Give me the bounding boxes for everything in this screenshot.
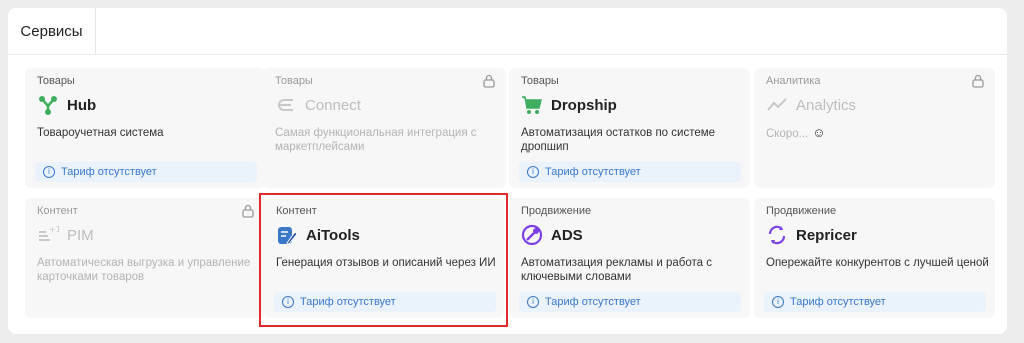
tariff-badge: i Тариф отсутствует: [519, 292, 741, 312]
card-description: Товароучетная система: [37, 127, 164, 139]
card-title: PIM: [67, 226, 94, 244]
connect-icon: [278, 99, 293, 111]
card-category: Контент: [37, 205, 78, 217]
card-category: Продвижение: [766, 205, 837, 217]
tariff-badge: i Тариф отсутствует: [764, 292, 986, 312]
tariff-label: Тариф отсутствует: [545, 166, 641, 178]
service-card-hub[interactable]: Товары Hub Товароучетная система i Тариф…: [25, 68, 265, 188]
highlight-frame: [259, 193, 508, 327]
card-description: Скоро... ☺: [766, 126, 991, 141]
soon-text: Скоро...: [766, 128, 809, 140]
hub-icon: [39, 96, 57, 115]
tariff-label: Тариф отсутствует: [790, 296, 886, 308]
card-title: Analytics: [796, 96, 857, 114]
lock-icon: [972, 74, 984, 88]
service-card-analytics[interactable]: Аналитика Analytics Скоро... ☺: [754, 68, 995, 188]
card-description: Автоматическая выгрузка и управление кар…: [37, 257, 251, 283]
service-card-dropship[interactable]: Товары Dropship Автоматизация остатков п…: [509, 68, 750, 188]
svg-text:+1: +1: [49, 225, 59, 234]
tariff-badge: i Тариф отсутствует: [35, 162, 257, 182]
service-card-pim[interactable]: Контент +1 PIM Автоматическая выгрузка и…: [25, 198, 265, 318]
tariff-label: Тариф отсутствует: [545, 296, 641, 308]
ads-icon: [521, 224, 543, 246]
service-card-ads[interactable]: Продвижение ADS Автоматизация рекламы и …: [509, 198, 750, 318]
card-description: Автоматизация рекламы и работа с ключевы…: [521, 257, 712, 283]
services-tab[interactable]: Сервисы: [8, 8, 96, 54]
card-category: Товары: [275, 75, 313, 87]
card-title: Dropship: [551, 96, 617, 114]
card-category: Аналитика: [766, 75, 821, 87]
tariff-label: Тариф отсутствует: [61, 166, 157, 178]
card-title: Hub: [67, 96, 97, 114]
repricer-icon: [768, 225, 786, 245]
service-card-repricer[interactable]: Продвижение Repricer Опережайте конкурен…: [754, 198, 995, 318]
card-title: ADS: [551, 226, 583, 244]
info-icon: i: [527, 296, 539, 308]
card-description: Опережайте конкурентов с лучшей ценой: [766, 257, 989, 269]
lock-icon: [242, 204, 254, 218]
service-card-connect[interactable]: Товары Connect Самая функциональная инте…: [263, 68, 506, 188]
info-icon: i: [43, 166, 55, 178]
panel-divider: [8, 54, 1007, 55]
info-icon: i: [527, 166, 539, 178]
info-icon: i: [772, 296, 784, 308]
card-description: Автоматизация остатков по системе дропши…: [521, 127, 716, 153]
smile-icon: ☺: [812, 125, 826, 140]
card-category: Продвижение: [521, 205, 592, 217]
card-title: Repricer: [796, 226, 857, 244]
card-category: Товары: [37, 75, 75, 87]
tariff-badge: i Тариф отсутствует: [519, 162, 741, 182]
card-description: Самая функциональная интеграция с маркет…: [275, 127, 477, 153]
pim-icon: +1: [39, 225, 59, 241]
lock-icon: [483, 74, 495, 88]
card-title: Connect: [305, 96, 361, 114]
card-category: Товары: [521, 75, 559, 87]
trend-icon: [767, 98, 787, 111]
cart-icon: [522, 96, 542, 114]
